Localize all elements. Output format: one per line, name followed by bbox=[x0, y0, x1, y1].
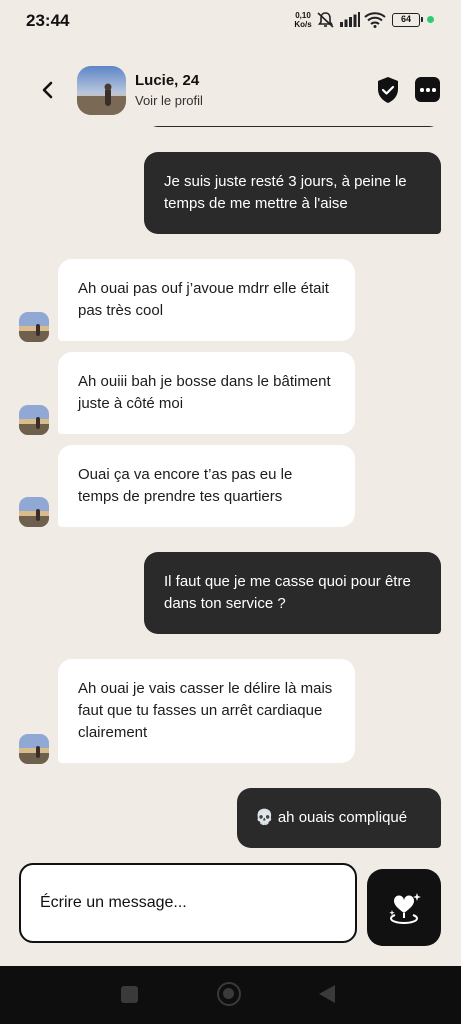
avatar[interactable] bbox=[19, 734, 49, 764]
network-speed-value: 0,10 bbox=[295, 11, 311, 20]
message-incoming[interactable]: Ah ouai je vais casser le délire là mais… bbox=[58, 659, 355, 763]
contact-name: Lucie, 24 bbox=[135, 72, 200, 89]
shield-check-icon[interactable] bbox=[376, 76, 400, 104]
network-speed-unit: Ko/s bbox=[294, 20, 312, 29]
heart-sparkle-icon bbox=[389, 893, 421, 925]
mute-bell-icon bbox=[317, 12, 334, 28]
wifi-icon bbox=[364, 12, 386, 28]
battery-indicator: 64 bbox=[392, 13, 423, 27]
avatar[interactable] bbox=[19, 312, 49, 342]
view-profile-link[interactable]: Voir le profil bbox=[135, 93, 203, 108]
message-text: Ah ouiii bah je bosse dans le bâtiment j… bbox=[78, 373, 331, 412]
chevron-left-icon[interactable] bbox=[36, 78, 60, 102]
status-time: 23:44 bbox=[26, 11, 70, 30]
message-outgoing[interactable]: Je suis juste resté 3 jours, à peine le … bbox=[144, 152, 441, 234]
message-text: Ah ouai pas ouf j’avoue mdrr elle était … bbox=[78, 280, 329, 319]
system-navigation-bar bbox=[0, 966, 461, 1024]
signal-icon bbox=[340, 12, 360, 27]
status-bar: 23:44 0,10 Ko/s 64 bbox=[0, 0, 461, 40]
back-triangle-icon[interactable] bbox=[318, 984, 336, 1004]
message-incoming[interactable]: Ah ouai pas ouf j’avoue mdrr elle était … bbox=[58, 259, 355, 341]
recent-apps-button[interactable] bbox=[121, 986, 138, 1003]
privacy-dot bbox=[427, 16, 434, 23]
chat-header: Lucie, 24 Voir le profil bbox=[0, 56, 461, 126]
more-options-button[interactable] bbox=[415, 77, 440, 102]
message-outgoing[interactable]: Il faut que je me casse quoi pour être d… bbox=[144, 552, 441, 634]
send-button[interactable] bbox=[367, 869, 441, 946]
avatar[interactable] bbox=[19, 405, 49, 435]
network-speed: 0,10 Ko/s bbox=[293, 11, 313, 29]
message-text: Il faut que je me casse quoi pour être d… bbox=[164, 573, 411, 612]
more-dots-icon bbox=[420, 88, 424, 92]
message-incoming[interactable]: Ouai ça va encore t’as pas eu le temps d… bbox=[58, 445, 355, 527]
message-text: Ouai ça va encore t’as pas eu le temps d… bbox=[78, 466, 293, 505]
home-button[interactable] bbox=[217, 982, 241, 1006]
message-outgoing[interactable]: 💀 ah ouais compliqué bbox=[237, 788, 441, 848]
message-input[interactable]: Écrire un message... bbox=[19, 863, 357, 943]
avatar[interactable] bbox=[19, 497, 49, 527]
message-input-placeholder: Écrire un message... bbox=[40, 894, 187, 911]
message-text: Je suis juste resté 3 jours, à peine le … bbox=[164, 173, 407, 212]
message-text: Ah ouai je vais casser le délire là mais… bbox=[78, 680, 333, 741]
avatar[interactable] bbox=[77, 66, 126, 115]
message-text: 💀 ah ouais compliqué bbox=[255, 809, 408, 826]
message-incoming[interactable]: Ah ouiii bah je bosse dans le bâtiment j… bbox=[58, 352, 355, 434]
